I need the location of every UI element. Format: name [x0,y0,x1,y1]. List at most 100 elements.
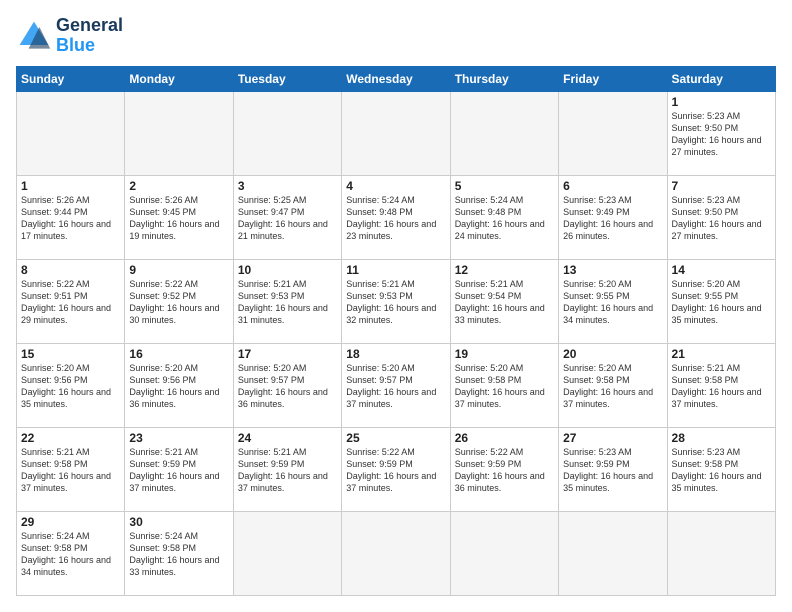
calendar-cell: 19Sunrise: 5:20 AMSunset: 9:58 PMDayligh… [450,343,558,427]
calendar-week-5: 29Sunrise: 5:24 AMSunset: 9:58 PMDayligh… [17,511,776,595]
calendar-cell [450,511,558,595]
day-number: 25 [346,431,445,445]
calendar-cell: 15Sunrise: 5:20 AMSunset: 9:56 PMDayligh… [17,343,125,427]
day-header-saturday: Saturday [667,66,775,91]
day-number: 3 [238,179,337,193]
calendar-cell: 17Sunrise: 5:20 AMSunset: 9:57 PMDayligh… [233,343,341,427]
day-number: 4 [346,179,445,193]
cell-info: Sunrise: 5:23 AMSunset: 9:59 PMDaylight:… [563,446,662,495]
day-number: 30 [129,515,228,529]
cell-info: Sunrise: 5:21 AMSunset: 9:58 PMDaylight:… [21,446,120,495]
calendar-cell: 30Sunrise: 5:24 AMSunset: 9:58 PMDayligh… [125,511,233,595]
cell-info: Sunrise: 5:22 AMSunset: 9:52 PMDaylight:… [129,278,228,327]
calendar-cell: 14Sunrise: 5:20 AMSunset: 9:55 PMDayligh… [667,259,775,343]
day-number: 17 [238,347,337,361]
cell-info: Sunrise: 5:24 AMSunset: 9:58 PMDaylight:… [129,530,228,579]
calendar-cell: 7Sunrise: 5:23 AMSunset: 9:50 PMDaylight… [667,175,775,259]
calendar-cell [125,91,233,175]
calendar-cell: 16Sunrise: 5:20 AMSunset: 9:56 PMDayligh… [125,343,233,427]
cell-info: Sunrise: 5:21 AMSunset: 9:53 PMDaylight:… [346,278,445,327]
cell-info: Sunrise: 5:24 AMSunset: 9:48 PMDaylight:… [346,194,445,243]
logo-text-blue: Blue [56,36,123,56]
cell-info: Sunrise: 5:20 AMSunset: 9:56 PMDaylight:… [21,362,120,411]
day-number: 8 [21,263,120,277]
day-number: 22 [21,431,120,445]
calendar-cell: 2Sunrise: 5:26 AMSunset: 9:45 PMDaylight… [125,175,233,259]
calendar-week-2: 8Sunrise: 5:22 AMSunset: 9:51 PMDaylight… [17,259,776,343]
calendar-cell: 3Sunrise: 5:25 AMSunset: 9:47 PMDaylight… [233,175,341,259]
calendar-cell: 4Sunrise: 5:24 AMSunset: 9:48 PMDaylight… [342,175,450,259]
calendar-cell: 24Sunrise: 5:21 AMSunset: 9:59 PMDayligh… [233,427,341,511]
day-number: 9 [129,263,228,277]
calendar-table: SundayMondayTuesdayWednesdayThursdayFrid… [16,66,776,596]
cell-info: Sunrise: 5:24 AMSunset: 9:48 PMDaylight:… [455,194,554,243]
header: General Blue [16,16,776,56]
day-number: 11 [346,263,445,277]
cell-info: Sunrise: 5:25 AMSunset: 9:47 PMDaylight:… [238,194,337,243]
calendar-cell: 26Sunrise: 5:22 AMSunset: 9:59 PMDayligh… [450,427,558,511]
calendar-cell [559,511,667,595]
day-number: 19 [455,347,554,361]
cell-info: Sunrise: 5:26 AMSunset: 9:44 PMDaylight:… [21,194,120,243]
calendar-cell: 20Sunrise: 5:20 AMSunset: 9:58 PMDayligh… [559,343,667,427]
day-number: 20 [563,347,662,361]
cell-info: Sunrise: 5:20 AMSunset: 9:58 PMDaylight:… [455,362,554,411]
cell-info: Sunrise: 5:24 AMSunset: 9:58 PMDaylight:… [21,530,120,579]
calendar-cell [342,91,450,175]
cell-info: Sunrise: 5:20 AMSunset: 9:56 PMDaylight:… [129,362,228,411]
calendar-cell: 1Sunrise: 5:23 AMSunset: 9:50 PMDaylight… [667,91,775,175]
cell-info: Sunrise: 5:21 AMSunset: 9:54 PMDaylight:… [455,278,554,327]
calendar-body: 1 Sunrise: 5:23 AMSunset: 9:50 PMDaylight… [17,91,776,595]
cell-info: Sunrise: 5:21 AMSunset: 9:58 PMDaylight:… [672,362,771,411]
day-number: 12 [455,263,554,277]
day-number: 1 [21,179,120,193]
day-number: 23 [129,431,228,445]
calendar-cell: 10Sunrise: 5:21 AMSunset: 9:53 PMDayligh… [233,259,341,343]
cell-info: Sunrise: 5:22 AMSunset: 9:51 PMDaylight:… [21,278,120,327]
day-header-friday: Friday [559,66,667,91]
day-number: 5 [455,179,554,193]
calendar-cell: 12Sunrise: 5:21 AMSunset: 9:54 PMDayligh… [450,259,558,343]
calendar-cell [342,511,450,595]
day-number: 29 [21,515,120,529]
cell-info: Sunrise: 5:20 AMSunset: 9:57 PMDaylight:… [346,362,445,411]
day-number: 13 [563,263,662,277]
day-header-thursday: Thursday [450,66,558,91]
calendar-cell [450,91,558,175]
cell-info: Sunrise: 5:23 AMSunset: 9:50 PMDaylight:… [672,194,771,243]
cell-info: Sunrise: 5:23 AMSunset: 9:49 PMDaylight:… [563,194,662,243]
cell-info: Sunrise: 5:22 AMSunset: 9:59 PMDaylight:… [346,446,445,495]
day-number: 27 [563,431,662,445]
day-number: 28 [672,431,771,445]
calendar-cell: 6Sunrise: 5:23 AMSunset: 9:49 PMDaylight… [559,175,667,259]
calendar-cell: 18Sunrise: 5:20 AMSunset: 9:57 PMDayligh… [342,343,450,427]
cell-info: Sunrise: 5:23 AMSunset: 9:58 PMDaylight:… [672,446,771,495]
day-number: 10 [238,263,337,277]
day-number: 2 [129,179,228,193]
day-header-wednesday: Wednesday [342,66,450,91]
day-number: 21 [672,347,771,361]
cell-info: Sunrise: 5:23 AMSunset: 9:50 PMDaylight:… [672,110,771,159]
cell-info: Sunrise: 5:26 AMSunset: 9:45 PMDaylight:… [129,194,228,243]
calendar-cell [233,511,341,595]
calendar-cell [17,91,125,175]
cell-info: Sunrise: 5:20 AMSunset: 9:55 PMDaylight:… [563,278,662,327]
calendar-header: SundayMondayTuesdayWednesdayThursdayFrid… [17,66,776,91]
calendar-week-1: 1Sunrise: 5:26 AMSunset: 9:44 PMDaylight… [17,175,776,259]
calendar-cell: 13Sunrise: 5:20 AMSunset: 9:55 PMDayligh… [559,259,667,343]
page: General Blue SundayMondayTuesdayWednesda… [0,0,792,612]
logo: General Blue [16,16,123,56]
calendar-cell: 1Sunrise: 5:26 AMSunset: 9:44 PMDaylight… [17,175,125,259]
cell-info: Sunrise: 5:21 AMSunset: 9:53 PMDaylight:… [238,278,337,327]
calendar-cell: 27Sunrise: 5:23 AMSunset: 9:59 PMDayligh… [559,427,667,511]
day-header-monday: Monday [125,66,233,91]
calendar-week-3: 15Sunrise: 5:20 AMSunset: 9:56 PMDayligh… [17,343,776,427]
day-number: 18 [346,347,445,361]
calendar-cell [667,511,775,595]
calendar-cell: 28Sunrise: 5:23 AMSunset: 9:58 PMDayligh… [667,427,775,511]
calendar-cell [233,91,341,175]
day-header-sunday: Sunday [17,66,125,91]
day-number: 24 [238,431,337,445]
day-number: 16 [129,347,228,361]
calendar-cell: 9Sunrise: 5:22 AMSunset: 9:52 PMDaylight… [125,259,233,343]
